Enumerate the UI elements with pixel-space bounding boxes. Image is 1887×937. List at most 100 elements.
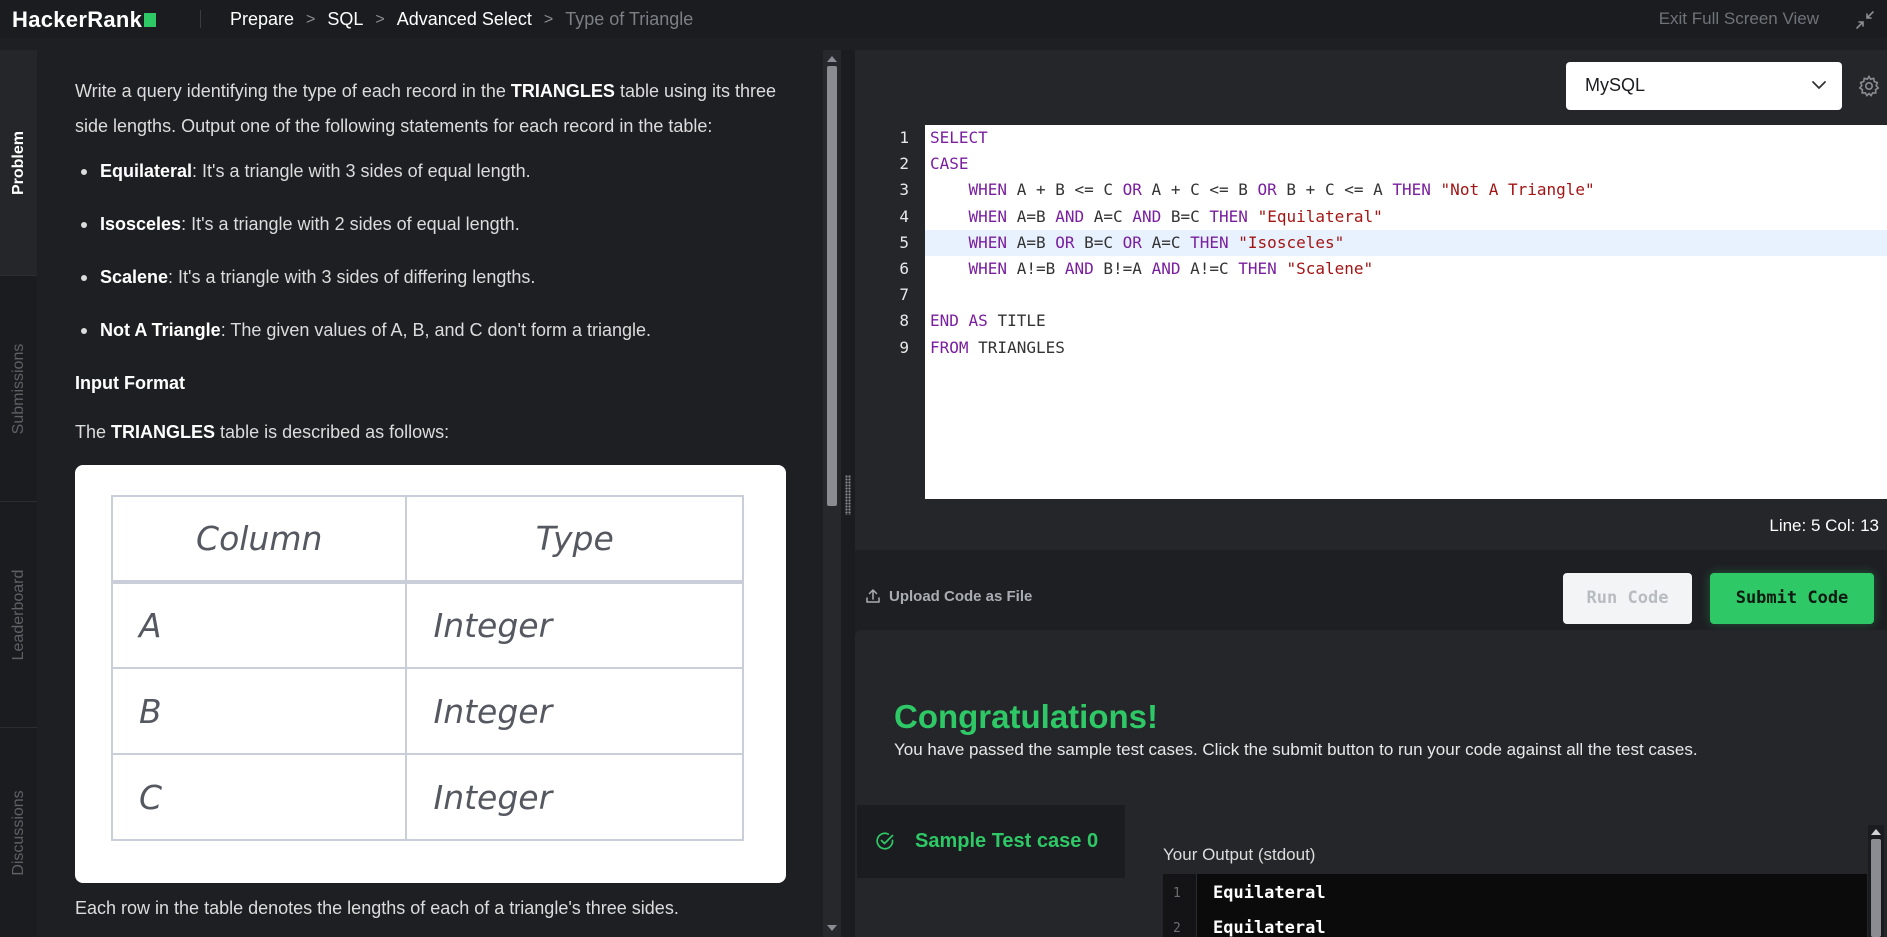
line-number: 7 xyxy=(899,285,909,305)
bullet-term: Isosceles xyxy=(100,214,182,234)
breadcrumb-current: Type of Triangle xyxy=(565,9,694,29)
logo-square-icon xyxy=(144,13,157,27)
tab-discussions-label: Discussions xyxy=(9,789,27,876)
scroll-down-arrow-icon[interactable] xyxy=(827,925,837,931)
code-line[interactable]: FROM TRIANGLES xyxy=(925,335,1887,361)
bullet-term: Scalene xyxy=(100,267,169,287)
editor-panel: MySQL 1 2 3 4 5 6 7 8 9 SELECT CASE WHEN… xyxy=(855,50,1887,550)
table-cell: Integer xyxy=(405,667,744,755)
code-line[interactable]: END AS TITLE xyxy=(925,308,1887,334)
table-name: TRIANGLES xyxy=(510,81,615,101)
output-line: Equilateral xyxy=(1213,918,1326,937)
code-line[interactable]: SELECT xyxy=(925,125,1887,151)
tab-submissions-label: Submissions xyxy=(9,343,27,434)
tab-leaderboard-label: Leaderboard xyxy=(9,569,27,660)
code-line[interactable]: WHEN A!=B AND B!=A AND A!=C THEN "Scalen… xyxy=(925,256,1887,282)
line-number: 4 xyxy=(899,206,909,226)
table-row: C Integer xyxy=(110,753,744,841)
scrollbar-thumb[interactable] xyxy=(827,66,837,506)
side-tabs: Problem Submissions Leaderboard Discussi… xyxy=(0,50,37,937)
bullet-text: : The given values of A, B, and C don't … xyxy=(220,320,652,340)
table-cell: C xyxy=(110,753,408,841)
test-case-label: Sample Test case 0 xyxy=(915,830,1099,852)
table-desc-text: table is described as follows: xyxy=(215,422,450,442)
results-panel: Congratulations! You have passed the sam… xyxy=(855,630,1887,937)
submit-code-button[interactable]: Submit Code xyxy=(1710,573,1874,624)
list-item: Not A Triangle: The given values of A, B… xyxy=(75,313,795,348)
scrollbar-thumb[interactable] xyxy=(1871,839,1881,937)
tab-discussions[interactable]: Discussions xyxy=(0,728,37,937)
intro-text: Write a query identifying the type of ea… xyxy=(75,81,511,101)
problem-intro: Write a query identifying the type of ea… xyxy=(75,74,795,144)
list-item: Equilateral: It's a triangle with 3 side… xyxy=(75,154,795,189)
divider xyxy=(200,10,201,28)
collapse-icon[interactable] xyxy=(1855,10,1875,30)
code-line[interactable]: WHEN A + B <= C OR A + C <= B OR B + C <… xyxy=(925,177,1887,203)
line-number: 8 xyxy=(899,311,909,331)
tab-problem[interactable]: Problem xyxy=(0,50,37,276)
line-number: 9 xyxy=(899,337,909,357)
chevron-right-icon: > xyxy=(375,10,385,28)
chevron-right-icon: > xyxy=(306,10,316,28)
table-row: B Integer xyxy=(110,667,744,755)
language-select[interactable]: MySQL xyxy=(1566,62,1842,110)
code-line[interactable]: ​ xyxy=(925,282,1887,308)
breadcrumb-advanced-select[interactable]: Advanced Select xyxy=(397,9,532,30)
problem-scrollbar[interactable] xyxy=(823,50,841,937)
tab-submissions[interactable]: Submissions xyxy=(0,276,37,502)
output-line-number: 1 xyxy=(1173,886,1181,901)
table-header-row: Column Type xyxy=(110,495,744,584)
check-circle-icon xyxy=(876,832,894,850)
output-label: Your Output (stdout) xyxy=(1163,845,1316,864)
bullet-text: : It's a triangle with 3 sides of equal … xyxy=(192,161,531,181)
action-bar: Upload Code as File Run Code Submit Code xyxy=(855,550,1887,630)
chevron-right-icon: > xyxy=(543,10,554,28)
result-message: You have passed the sample test cases. C… xyxy=(894,740,1698,759)
table-name: TRIANGLES xyxy=(111,422,216,442)
line-number: 3 xyxy=(899,180,909,200)
drag-handle-icon[interactable] xyxy=(845,475,851,515)
list-item: Scalene: It's a triangle with 3 sides of… xyxy=(75,260,795,295)
bullet-text: : It's a triangle with 2 sides of equal … xyxy=(181,214,520,234)
gear-icon[interactable] xyxy=(1857,74,1881,98)
cursor-position: Line: 5 Col: 13 xyxy=(1769,516,1879,535)
table-cell: A xyxy=(110,581,408,669)
panel-splitter[interactable] xyxy=(841,50,855,937)
scroll-up-arrow-icon[interactable] xyxy=(827,56,837,62)
code-line[interactable]: WHEN A=B OR B=C OR A=C THEN "Isosceles" xyxy=(925,229,1887,256)
bullet-term: Not A Triangle xyxy=(100,320,221,340)
line-number: 1 xyxy=(899,128,909,147)
bullet-term: Equilateral xyxy=(100,161,193,181)
line-number: 2 xyxy=(899,154,909,174)
congratulations-heading: Congratulations! xyxy=(894,698,1158,735)
problem-statement: Write a query identifying the type of ea… xyxy=(75,74,795,926)
code-line[interactable]: CASE xyxy=(925,151,1887,177)
line-number: 6 xyxy=(899,259,909,279)
exit-fullscreen-link[interactable]: Exit Full Screen View xyxy=(1659,9,1819,29)
table-description: The TRIANGLES table is described as foll… xyxy=(75,415,795,450)
scroll-up-arrow-icon[interactable] xyxy=(1871,829,1881,835)
code-line[interactable]: WHEN A=B AND A=C AND B=C THEN "Equilater… xyxy=(925,204,1887,230)
output-line-number: 2 xyxy=(1173,921,1181,936)
breadcrumb-sql[interactable]: SQL xyxy=(327,9,363,30)
tab-leaderboard[interactable]: Leaderboard xyxy=(0,502,37,728)
column-header: Type xyxy=(405,495,744,584)
hackerrank-logo[interactable]: HackerRank xyxy=(12,7,157,33)
bullet-text: : It's a triangle with 3 sides of differ… xyxy=(168,267,536,287)
code-editor[interactable]: SELECT CASE WHEN A + B <= C OR A + C <= … xyxy=(925,125,1887,499)
upload-code-link[interactable]: Upload Code as File xyxy=(889,588,1032,605)
breadcrumb-prepare[interactable]: Prepare xyxy=(230,9,294,30)
language-select-value: MySQL xyxy=(1585,75,1646,95)
tab-sample-test-case-0[interactable]: Sample Test case 0 xyxy=(857,805,1125,878)
schema-table: Column Type A Integer B Integer C Intege… xyxy=(110,495,744,841)
upload-icon[interactable] xyxy=(865,588,881,604)
stdout-box: 1 Equilateral 2 Equilateral xyxy=(1163,874,1867,937)
list-item: Isosceles: It's a triangle with 2 sides … xyxy=(75,207,795,242)
schema-image: Column Type A Integer B Integer C Intege… xyxy=(75,465,786,883)
line-numbers: 1 2 3 4 5 6 7 8 9 xyxy=(855,125,925,361)
table-cell: Integer xyxy=(405,753,744,841)
chevron-down-icon xyxy=(1812,81,1826,89)
results-scrollbar[interactable] xyxy=(1868,825,1884,937)
column-header: Column xyxy=(110,495,408,584)
run-code-button[interactable]: Run Code xyxy=(1563,573,1692,624)
